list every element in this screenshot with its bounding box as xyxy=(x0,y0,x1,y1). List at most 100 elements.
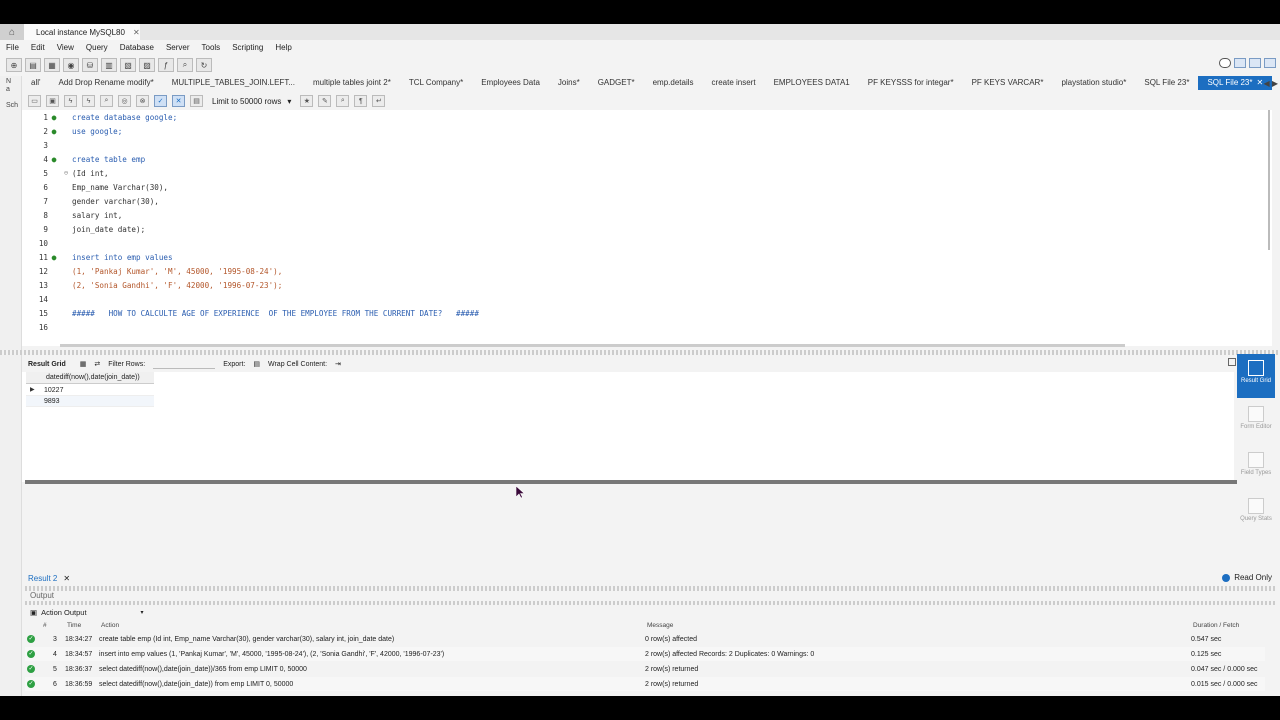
layout-left-icon[interactable] xyxy=(1234,58,1246,68)
tab-all[interactable]: all' xyxy=(22,76,50,90)
tab-multiple-tables-join[interactable]: MULTIPLE_TABLES_JOIN.LEFT... xyxy=(163,76,304,90)
inspector-icon[interactable]: ◉ xyxy=(63,58,79,72)
home-icon[interactable]: ⌂ xyxy=(0,24,24,40)
sql-editor[interactable]: 1 ● create database google; 2 ● use google; … xyxy=(22,110,1272,346)
editor-results-splitter[interactable] xyxy=(0,350,1280,355)
tab-employees-data1[interactable]: EMPLOYEES DATA1 xyxy=(765,76,859,90)
wrap-lines-icon[interactable]: ↵ xyxy=(372,95,386,107)
table-row[interactable]: 9893 xyxy=(26,396,154,407)
line-number: 13 xyxy=(38,280,48,290)
editor-line: 15 ##### HOW TO CALCULTE AGE OF EXPERIENC… xyxy=(22,306,1272,320)
open-script-icon[interactable]: ▦ xyxy=(44,58,60,72)
connection-tab[interactable]: Local instance MySQL80 ✕ xyxy=(24,24,140,40)
form-editor-side-button[interactable]: Form Editor xyxy=(1237,400,1275,444)
output-splitter[interactable] xyxy=(25,601,1275,605)
gear-icon[interactable] xyxy=(1219,58,1231,68)
tab-playstation-studio[interactable]: playstation studio* xyxy=(1052,76,1135,90)
table-row[interactable]: ▶ 10227 xyxy=(26,385,154,396)
layout-right-icon[interactable] xyxy=(1264,58,1276,68)
execute-icon[interactable]: ϟ xyxy=(64,95,77,107)
tab-scroll-arrows[interactable]: ◀ ▶ xyxy=(1263,79,1278,88)
menu-query[interactable]: Query xyxy=(80,43,114,52)
menu-server[interactable]: Server xyxy=(160,43,196,52)
close-icon[interactable]: ✕ xyxy=(1257,78,1264,87)
row-duration: 0.047 sec / 0.000 sec xyxy=(1191,665,1258,673)
export-icon[interactable]: ▤ xyxy=(253,360,260,368)
query-stats-side-button[interactable]: Query Stats xyxy=(1237,492,1275,536)
add-snippet-icon[interactable]: ★ xyxy=(300,95,314,107)
editor-vertical-scrollbar[interactable] xyxy=(1268,110,1270,250)
tab-pf-keysss[interactable]: PF KEYSSS for integar* xyxy=(859,76,963,90)
query-tabs: all' Add Drop Rename modify* MULTIPLE_TA… xyxy=(22,76,1280,90)
rollback-icon[interactable]: ✕ xyxy=(172,95,185,107)
result-grid-side-button[interactable]: Result Grid xyxy=(1237,354,1275,398)
explain-icon[interactable]: ⌕ xyxy=(100,95,113,107)
cell-value[interactable]: 9893 xyxy=(44,398,60,405)
open-file-icon[interactable]: ▭ xyxy=(28,95,41,107)
line-number: 6 xyxy=(43,182,48,192)
tab-result-2[interactable]: Result 2 xyxy=(22,574,63,583)
find-icon[interactable]: ⌕ xyxy=(336,95,350,107)
menu-edit[interactable]: Edit xyxy=(25,43,51,52)
refresh-icon[interactable]: ⇄ xyxy=(94,360,100,368)
beautify-icon[interactable]: ✎ xyxy=(318,95,332,107)
grid-divider[interactable] xyxy=(25,480,1237,484)
menu-file[interactable]: File xyxy=(0,43,25,52)
limit-rows-label: Limit to 50000 rows xyxy=(212,96,282,106)
invisible-chars-icon[interactable]: ¶ xyxy=(354,95,368,107)
limit-rows-select[interactable]: Limit to 50000 rows ▾ xyxy=(208,97,295,106)
field-types-side-button[interactable]: Field Types xyxy=(1237,446,1275,490)
output-type-select[interactable]: ▣ Action Output ▾ xyxy=(30,606,144,618)
commit-icon[interactable]: ✓ xyxy=(154,95,167,107)
new-sql-icon[interactable]: ⊕ xyxy=(6,58,22,72)
result-grid-label[interactable]: Result Grid xyxy=(22,361,72,368)
cell-value[interactable]: 10227 xyxy=(44,387,63,394)
menu-scripting[interactable]: Scripting xyxy=(226,43,269,52)
tab-create-insert[interactable]: create insert xyxy=(703,76,765,90)
tab-joins[interactable]: Joins* xyxy=(549,76,589,90)
save-icon[interactable]: ▣ xyxy=(46,95,59,107)
tab-tcl-company[interactable]: TCL Company* xyxy=(400,76,472,90)
create-procedure-icon[interactable]: ▨ xyxy=(139,58,155,72)
navigator-sidebar[interactable]: Na Sch xyxy=(0,76,22,696)
panel-toggle-icon[interactable] xyxy=(1228,358,1236,366)
menu-database[interactable]: Database xyxy=(114,43,160,52)
tab-multiple-tables-joint-2[interactable]: multiple tables joint 2* xyxy=(304,76,400,90)
tab-employees-data[interactable]: Employees Data xyxy=(472,76,549,90)
create-table-icon[interactable]: ▥ xyxy=(101,58,117,72)
tab-sql-file-23[interactable]: SQL File 23* xyxy=(1135,76,1198,90)
close-icon[interactable]: ✕ xyxy=(63,574,70,583)
menu-help[interactable]: Help xyxy=(269,43,297,52)
wrap-icon[interactable]: ⇥ xyxy=(335,360,341,368)
tab-emp-details[interactable]: emp.details xyxy=(644,76,703,90)
search-table-icon[interactable]: ⌕ xyxy=(177,58,193,72)
execute-current-icon[interactable]: ϟ xyxy=(82,95,95,107)
open-sql-icon[interactable]: ▤ xyxy=(25,58,41,72)
output-row[interactable]: ✓ 3 18:34:27 create table emp (Id int, E… xyxy=(25,632,1265,646)
result-grid[interactable]: datediff(now(),date(join_date)) ▶ 10227 9… xyxy=(22,372,1234,482)
menu-view[interactable]: View xyxy=(51,43,80,52)
grid-icon[interactable]: ▦ xyxy=(80,360,87,368)
tab-pf-keys-varcar[interactable]: PF KEYS VARCAR* xyxy=(963,76,1053,90)
results-output-splitter[interactable] xyxy=(25,586,1275,591)
output-row[interactable]: ✓ 4 18:34:57 insert into emp values (1, … xyxy=(25,647,1265,661)
reconnect-icon[interactable]: ↻ xyxy=(196,58,212,72)
autocommit-icon[interactable]: ▤ xyxy=(190,95,203,107)
column-header[interactable]: datediff(now(),date(join_date)) xyxy=(26,372,154,384)
toggle-error-icon[interactable]: ⊗ xyxy=(136,95,149,107)
menu-tools[interactable]: Tools xyxy=(196,43,227,52)
create-function-icon[interactable]: ƒ xyxy=(158,58,174,72)
tab-gadget[interactable]: GADGET* xyxy=(589,76,644,90)
create-schema-icon[interactable]: ⛁ xyxy=(82,58,98,72)
create-view-icon[interactable]: ▧ xyxy=(120,58,136,72)
editor-horizontal-scrollbar[interactable] xyxy=(60,344,1125,347)
output-row[interactable]: ✓ 5 18:36:37 select datediff(now(),date(… xyxy=(25,662,1265,676)
stop-icon[interactable]: ◎ xyxy=(118,95,131,107)
tab-add-drop[interactable]: Add Drop Rename modify* xyxy=(50,76,163,90)
tab-sql-file-23-active[interactable]: SQL File 23* ✕ xyxy=(1198,76,1273,90)
filter-rows-input[interactable] xyxy=(153,359,216,369)
fold-icon[interactable]: ⊖ xyxy=(60,169,72,177)
layout-bottom-icon[interactable] xyxy=(1249,58,1261,68)
output-row[interactable]: ✓ 6 18:36:59 select datediff(now(),date(… xyxy=(25,677,1265,691)
close-icon[interactable]: ✕ xyxy=(133,28,140,37)
